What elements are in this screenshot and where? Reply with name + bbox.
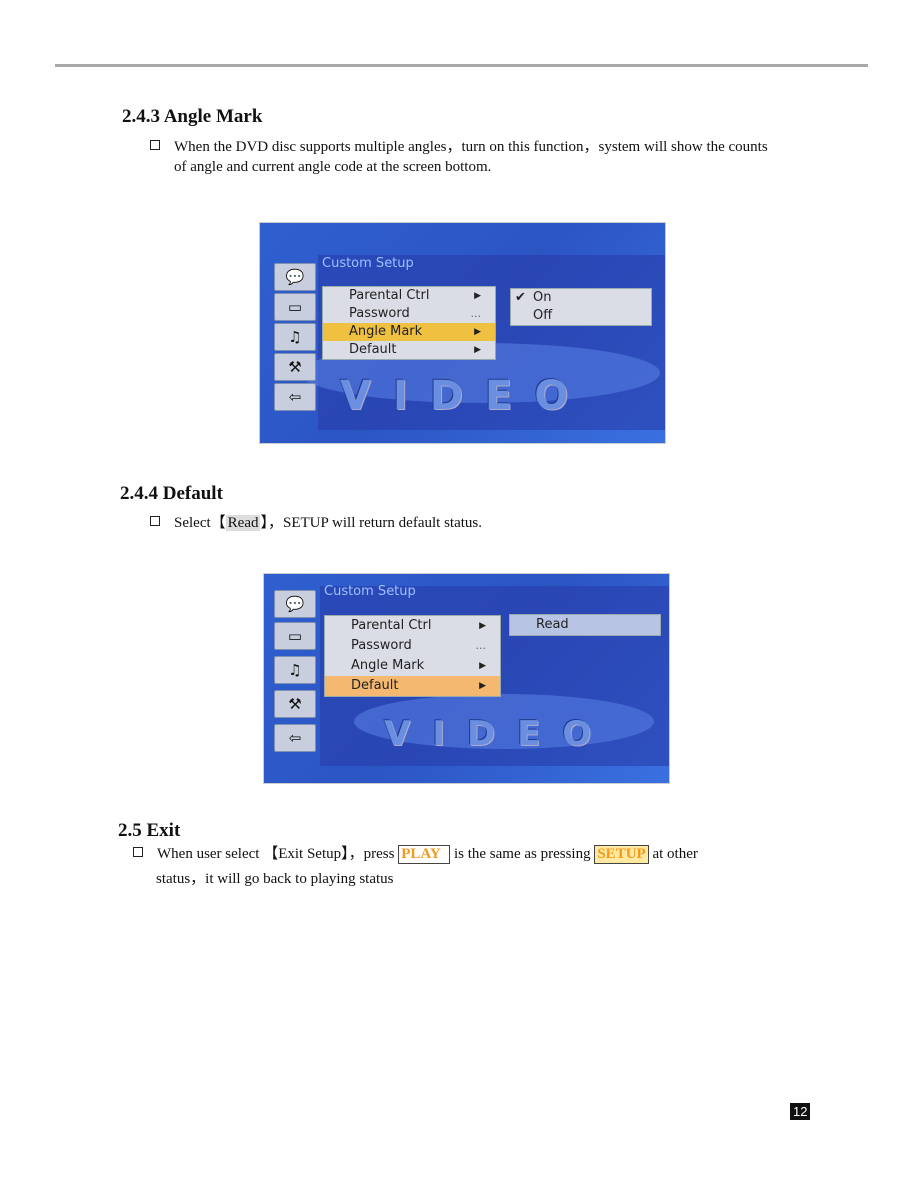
osd-screenshot-default: VIDEO Custom Setup 💬 ▭ ♫ ⚒ ⇦ Parental Ct…	[263, 573, 670, 784]
bullet-icon	[133, 847, 143, 857]
arrow-right-icon: ▶	[479, 681, 486, 691]
default-submenu: Read	[509, 614, 661, 636]
page-number: 12	[790, 1103, 811, 1120]
menu-item-angle-mark[interactable]: Angle Mark ▶	[323, 323, 495, 341]
custom-setup-menu: Parental Ctrl ▶ Password... Angle Mark ▶ D…	[324, 615, 501, 697]
submenu-item-on[interactable]: ✔ On	[511, 289, 651, 307]
menu-item-default[interactable]: Default ▶	[323, 341, 495, 359]
paragraph-angle-mark-2: of angle and current angle code at the s…	[174, 159, 492, 175]
osd-title: Custom Setup	[324, 584, 416, 599]
arrow-right-icon: ▶	[474, 291, 481, 301]
exit-door-icon[interactable]: ⇦	[274, 724, 316, 752]
hammer-wrench-icon[interactable]: ⚒	[274, 690, 316, 718]
language-icon[interactable]: 💬	[274, 590, 316, 618]
bullet-icon	[150, 140, 160, 150]
header-rule	[55, 64, 868, 67]
paragraph-exit-2: status，it will go back to playing status	[156, 871, 394, 887]
submenu-item-read[interactable]: Read	[510, 615, 660, 635]
setup-key: SETUP	[594, 845, 649, 864]
audio-speaker-icon[interactable]: ♫	[274, 656, 316, 684]
language-icon[interactable]: 💬	[274, 263, 316, 291]
paragraph-angle-mark: When the DVD disc supports multiple angl…	[150, 137, 768, 157]
tv-screen-icon[interactable]: ▭	[274, 293, 316, 321]
arrow-right-icon: ▶	[474, 345, 481, 355]
manual-page: 2.4.3 Angle Mark When the DVD disc suppo…	[0, 0, 918, 1188]
paragraph-default: Select【 Read 】，SETUP will return default s…	[150, 513, 482, 533]
checkmark-icon: ✔	[515, 290, 526, 305]
hammer-wrench-icon[interactable]: ⚒	[274, 353, 316, 381]
paragraph-exit: When user select 【Exit Setup】，press PLAY…	[133, 844, 698, 864]
arrow-right-icon: ▶	[474, 327, 481, 337]
video-logo: VIDEO	[384, 714, 614, 754]
menu-item-default[interactable]: Default ▶	[325, 676, 500, 696]
tv-screen-icon[interactable]: ▭	[274, 622, 316, 650]
play-key: PLAY	[398, 845, 451, 864]
menu-item-parental-ctrl[interactable]: Parental Ctrl ▶	[325, 616, 500, 636]
menu-item-password[interactable]: Password...	[323, 305, 495, 323]
arrow-right-icon: ▶	[479, 661, 486, 671]
osd-screenshot-angle-mark: VIDEO Custom Setup 💬 ▭ ♫ ⚒ ⇦ Parental Ct…	[259, 222, 666, 444]
menu-item-parental-ctrl[interactable]: Parental Ctrl ▶	[323, 287, 495, 305]
arrow-right-icon: ▶	[479, 621, 486, 631]
heading-angle-mark: 2.4.3 Angle Mark	[122, 106, 263, 127]
angle-mark-submenu: ✔ On Off	[510, 288, 652, 326]
osd-title: Custom Setup	[322, 256, 414, 271]
custom-setup-menu: Parental Ctrl ▶ Password... Angle Mark ▶ D…	[322, 286, 496, 360]
submenu-item-off[interactable]: Off	[511, 307, 651, 325]
menu-item-angle-mark[interactable]: Angle Mark ▶	[325, 656, 500, 676]
heading-exit: 2.5 Exit	[118, 820, 181, 841]
video-logo: VIDEO	[340, 373, 591, 419]
menu-item-password[interactable]: Password...	[325, 636, 500, 656]
heading-default: 2.4.4 Default	[120, 483, 223, 504]
audio-speaker-icon[interactable]: ♫	[274, 323, 316, 351]
bullet-icon	[150, 516, 160, 526]
exit-door-icon[interactable]: ⇦	[274, 383, 316, 411]
